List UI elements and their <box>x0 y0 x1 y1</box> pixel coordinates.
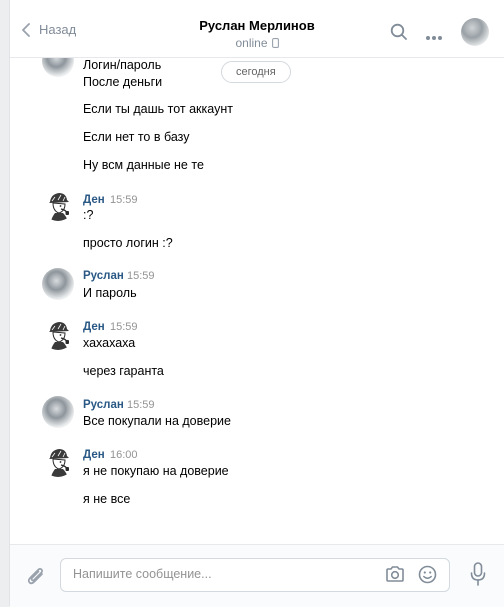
avatar[interactable] <box>42 57 74 77</box>
avatar[interactable] <box>42 445 74 477</box>
message-text: Если нет то в базу <box>83 130 190 144</box>
camera-button[interactable] <box>385 565 405 588</box>
message-text: Все покупали на доверие <box>83 414 231 428</box>
avatar[interactable] <box>42 189 74 221</box>
message-time: 15:59 <box>127 270 155 282</box>
message-text: я не покупаю на доверие <box>83 464 229 478</box>
mobile-phone-icon <box>271 38 279 48</box>
avatar[interactable] <box>42 396 74 428</box>
message-composer <box>10 544 504 607</box>
message-text: через гаранта <box>83 364 164 378</box>
author-name[interactable]: Руслан <box>83 270 124 282</box>
message-text: После деньги <box>83 75 163 89</box>
search-icon <box>390 23 407 40</box>
message-text: Ну всм данные не те <box>83 158 204 172</box>
date-separator: сегодня <box>221 61 291 83</box>
camera-icon <box>386 566 404 582</box>
author-name[interactable]: Ден <box>83 449 105 461</box>
message-input[interactable] <box>61 559 385 589</box>
sherlock-icon <box>48 192 70 221</box>
voice-message-button[interactable] <box>470 562 486 591</box>
chat-header: Назад Руслан Мерлинов online <box>10 0 504 58</box>
more-button[interactable] <box>425 28 443 46</box>
message-text: Логин/пароль <box>83 58 162 72</box>
smile-icon <box>418 565 437 584</box>
chat-window: Назад Руслан Мерлинов online сегодня Лог… <box>9 0 504 607</box>
message-text: И пароль <box>83 286 137 300</box>
message-history: сегодня Логин/пароль После деньги Если т… <box>10 57 504 544</box>
microphone-icon <box>470 562 486 586</box>
author-name[interactable]: Ден <box>83 194 105 206</box>
avatar[interactable] <box>42 318 74 350</box>
message-time: 15:59 <box>127 399 155 411</box>
emoji-button[interactable] <box>418 565 437 589</box>
attach-button[interactable] <box>26 565 46 592</box>
message-time: 15:59 <box>110 194 138 206</box>
avatar[interactable] <box>42 268 74 300</box>
message-input-box[interactable] <box>60 558 450 592</box>
sherlock-icon <box>48 321 70 350</box>
more-dots-icon <box>426 36 442 40</box>
contact-avatar[interactable] <box>461 18 489 46</box>
search-button[interactable] <box>390 23 408 46</box>
status-text: online <box>235 36 268 50</box>
message-text: хахахаха <box>83 336 136 350</box>
message-text: просто логин :? <box>83 236 173 250</box>
message-text: я не все <box>83 492 131 506</box>
author-name[interactable]: Руслан <box>83 399 124 411</box>
message-time: 15:59 <box>110 321 138 333</box>
paperclip-icon <box>27 568 43 585</box>
message-text: :? <box>83 208 94 222</box>
author-name[interactable]: Ден <box>83 321 105 333</box>
message-time: 16:00 <box>110 449 138 461</box>
message-text: Если ты дашь тот аккаунт <box>83 102 233 116</box>
sherlock-icon <box>48 448 70 477</box>
